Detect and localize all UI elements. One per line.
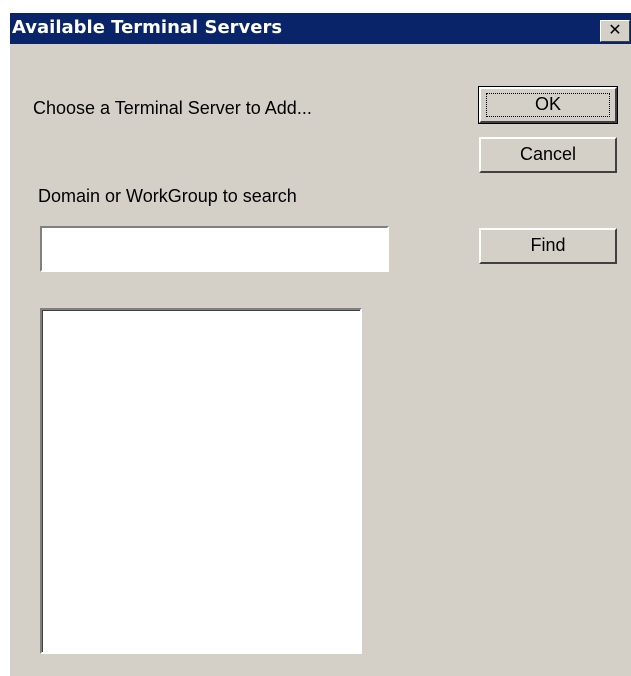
window-title: Available Terminal Servers [12, 17, 283, 38]
close-button[interactable]: ✕ [600, 20, 630, 42]
find-button[interactable]: Find [479, 228, 617, 264]
ok-button[interactable]: OK [478, 86, 618, 124]
find-button-label: Find [530, 235, 566, 255]
listbox-inner-border [42, 310, 360, 652]
cancel-button-label: Cancel [519, 144, 577, 164]
terminal-server-listbox[interactable] [40, 308, 362, 654]
title-bar[interactable]: Available Terminal Servers ✕ [10, 13, 631, 44]
choose-server-label: Choose a Terminal Server to Add... [33, 98, 312, 118]
cancel-button[interactable]: Cancel [479, 137, 617, 173]
available-terminal-servers-dialog: Available Terminal Servers ✕ Choose a Te… [9, 12, 631, 676]
focus-rectangle [486, 93, 610, 117]
close-icon: ✕ [608, 20, 622, 39]
domain-search-input[interactable] [40, 226, 389, 272]
domain-workgroup-label: Domain or WorkGroup to search [38, 186, 297, 206]
